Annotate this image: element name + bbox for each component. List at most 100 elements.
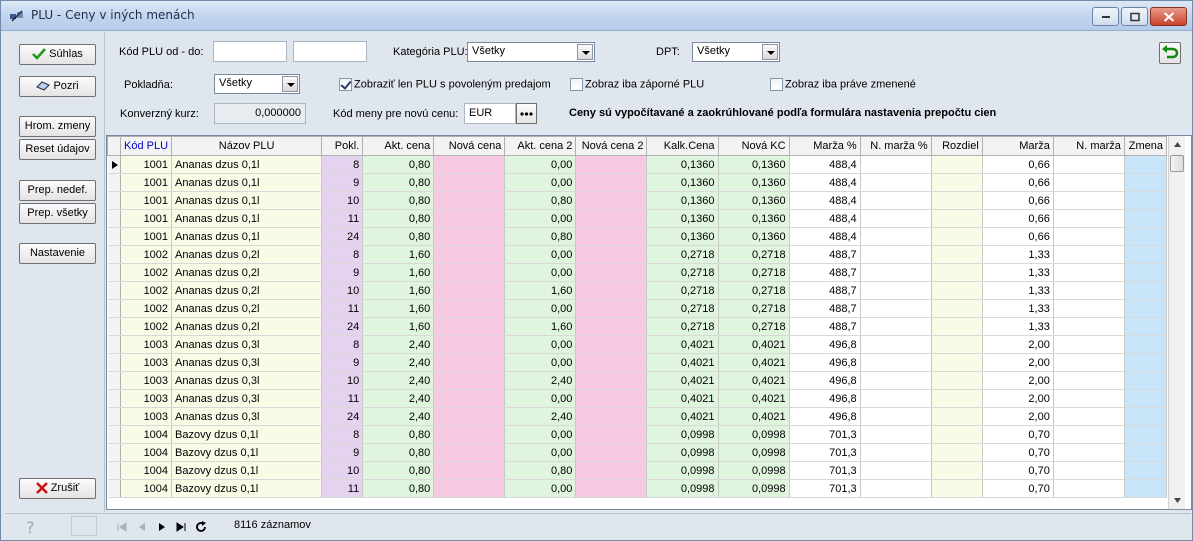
cell-marza-pct[interactable]: 488,4: [789, 173, 861, 192]
cell-nova-kc[interactable]: 0,2718: [718, 245, 790, 264]
cell-kalk-cena[interactable]: 0,0998: [646, 425, 719, 444]
cell-nova-cena-2[interactable]: [575, 443, 648, 462]
cell-rozdiel[interactable]: [931, 245, 983, 264]
cell-rozdiel[interactable]: [931, 335, 983, 354]
cell-nazov-plu[interactable]: Bazovy dzus 0,1l: [171, 425, 323, 444]
cell-pokl[interactable]: 11: [321, 209, 364, 228]
cell-nazov-plu[interactable]: Bazovy dzus 0,1l: [171, 461, 323, 480]
cell-marza-pct[interactable]: 701,3: [789, 479, 861, 498]
cell-zmena[interactable]: [1124, 371, 1168, 390]
cell-akt-cena[interactable]: 2,40: [362, 335, 435, 354]
cell-akt-cena[interactable]: 1,60: [362, 281, 435, 300]
cell-kod-plu[interactable]: 1001: [120, 155, 173, 174]
cell-akt-cena[interactable]: 0,80: [362, 443, 435, 462]
cell-kod-plu[interactable]: 1004: [120, 461, 173, 480]
cell-pokl[interactable]: 8: [321, 245, 364, 264]
cell-nova-cena[interactable]: [433, 263, 506, 282]
cell-nova-kc[interactable]: 0,0998: [718, 443, 790, 462]
cell-nova-cena-2[interactable]: [575, 407, 648, 426]
cell-zmena[interactable]: [1124, 407, 1168, 426]
cell-akt-cena-2[interactable]: 0,00: [504, 155, 577, 174]
cell-rozdiel[interactable]: [931, 173, 983, 192]
cell-marza-pct[interactable]: 488,7: [789, 245, 861, 264]
cell-nova-cena[interactable]: [433, 227, 506, 246]
cell-kod-plu[interactable]: 1002: [120, 263, 173, 282]
cell-marza[interactable]: 1,33: [982, 263, 1054, 282]
cell-nova-cena-2[interactable]: [575, 245, 648, 264]
column-header-zmena[interactable]: Zmena: [1123, 136, 1168, 156]
cell-kalk-cena[interactable]: 0,2718: [646, 281, 719, 300]
help-icon[interactable]: ?: [23, 518, 39, 536]
cell-marza[interactable]: 0,66: [982, 191, 1054, 210]
column-header-rozdiel[interactable]: Rozdiel: [930, 136, 983, 156]
cell-n-marza-pct[interactable]: [860, 425, 932, 444]
cell-akt-cena-2[interactable]: 0,00: [504, 443, 577, 462]
cell-kalk-cena[interactable]: 0,1360: [646, 173, 719, 192]
cell-kalk-cena[interactable]: 0,0998: [646, 461, 719, 480]
table-row[interactable]: 1001 Ananas dzus 0,1l 11 0,80 0,00 0,1360 0,13…: [107, 209, 1168, 228]
cell-kod-plu[interactable]: 1002: [120, 317, 173, 336]
cell-nova-kc[interactable]: 0,1360: [718, 227, 790, 246]
table-row[interactable]: 1002 Ananas dzus 0,2l 11 1,60 0,00 0,2718 0,27…: [107, 299, 1168, 318]
cell-nova-cena-2[interactable]: [575, 479, 648, 498]
cell-n-marza-pct[interactable]: [860, 443, 932, 462]
cell-marza[interactable]: 2,00: [982, 389, 1054, 408]
cell-nova-kc[interactable]: 0,4021: [718, 389, 790, 408]
cell-pokl[interactable]: 10: [321, 191, 364, 210]
cell-marza[interactable]: 0,66: [982, 155, 1054, 174]
cell-akt-cena-2[interactable]: 0,00: [504, 209, 577, 228]
back-refresh-button[interactable]: [1159, 42, 1181, 64]
column-header-kalk-cena[interactable]: Kalk.Cena: [646, 136, 719, 156]
cell-kalk-cena[interactable]: 0,0998: [646, 479, 719, 498]
cell-kod-plu[interactable]: 1001: [120, 173, 173, 192]
cell-marza-pct[interactable]: 488,4: [789, 209, 861, 228]
cell-nazov-plu[interactable]: Ananas dzus 0,3l: [171, 353, 323, 372]
cell-marza-pct[interactable]: 701,3: [789, 443, 861, 462]
cell-marza-pct[interactable]: 488,4: [789, 191, 861, 210]
column-header-akt-cena[interactable]: Akt. cena: [362, 136, 435, 156]
cell-akt-cena[interactable]: 1,60: [362, 317, 435, 336]
next-record-icon[interactable]: [155, 520, 169, 534]
cell-marza-pct[interactable]: 496,8: [789, 371, 861, 390]
cell-pokl[interactable]: 24: [321, 407, 364, 426]
cell-zmena[interactable]: [1124, 443, 1168, 462]
cell-nova-cena[interactable]: [433, 209, 506, 228]
cell-n-marza-pct[interactable]: [860, 173, 932, 192]
table-row[interactable]: 1001 Ananas dzus 0,1l 10 0,80 0,80 0,1360 0,13…: [107, 191, 1168, 210]
cell-akt-cena-2[interactable]: 1,60: [504, 317, 577, 336]
cell-n-marza[interactable]: [1053, 209, 1125, 228]
cell-akt-cena-2[interactable]: 0,00: [504, 389, 577, 408]
cell-nova-kc[interactable]: 0,2718: [718, 281, 790, 300]
cell-nazov-plu[interactable]: Ananas dzus 0,1l: [171, 155, 323, 174]
cell-kod-plu[interactable]: 1004: [120, 443, 173, 462]
table-row[interactable]: 1002 Ananas dzus 0,2l 10 1,60 1,60 0,2718 0,27…: [107, 281, 1168, 300]
current-row-arrow-icon[interactable]: [107, 155, 121, 174]
cell-n-marza[interactable]: [1053, 479, 1125, 498]
cell-marza[interactable]: 0,70: [982, 479, 1054, 498]
cell-nova-cena[interactable]: [433, 479, 506, 498]
cell-akt-cena-2[interactable]: 0,00: [504, 425, 577, 444]
cell-n-marza-pct[interactable]: [860, 191, 932, 210]
cell-n-marza-pct[interactable]: [860, 335, 932, 354]
first-record-icon[interactable]: [115, 520, 129, 534]
cell-kalk-cena[interactable]: 0,4021: [646, 335, 719, 354]
reset-udajov-button[interactable]: Reset údajov: [19, 139, 96, 160]
cell-nova-kc[interactable]: 0,1360: [718, 173, 790, 192]
table-row[interactable]: 1002 Ananas dzus 0,2l 24 1,60 1,60 0,2718 0,27…: [107, 317, 1168, 336]
cell-akt-cena[interactable]: 0,80: [362, 191, 435, 210]
cell-kod-plu[interactable]: 1003: [120, 389, 173, 408]
cell-n-marza-pct[interactable]: [860, 263, 932, 282]
cell-kod-plu[interactable]: 1001: [120, 191, 173, 210]
cell-akt-cena-2[interactable]: 0,80: [504, 227, 577, 246]
cell-kod-plu[interactable]: 1002: [120, 281, 173, 300]
cell-nazov-plu[interactable]: Ananas dzus 0,3l: [171, 389, 323, 408]
cell-marza[interactable]: 0,70: [982, 425, 1054, 444]
cell-zmena[interactable]: [1124, 479, 1168, 498]
cell-nova-cena-2[interactable]: [575, 191, 648, 210]
zrusit-button[interactable]: Zrušiť: [19, 478, 96, 499]
cell-akt-cena-2[interactable]: 0,00: [504, 335, 577, 354]
cell-nova-cena[interactable]: [433, 389, 506, 408]
row-indicator[interactable]: [107, 335, 121, 354]
cell-zmena[interactable]: [1124, 209, 1168, 228]
table-row[interactable]: 1004 Bazovy dzus 0,1l 11 0,80 0,00 0,0998 0,09…: [107, 479, 1168, 498]
